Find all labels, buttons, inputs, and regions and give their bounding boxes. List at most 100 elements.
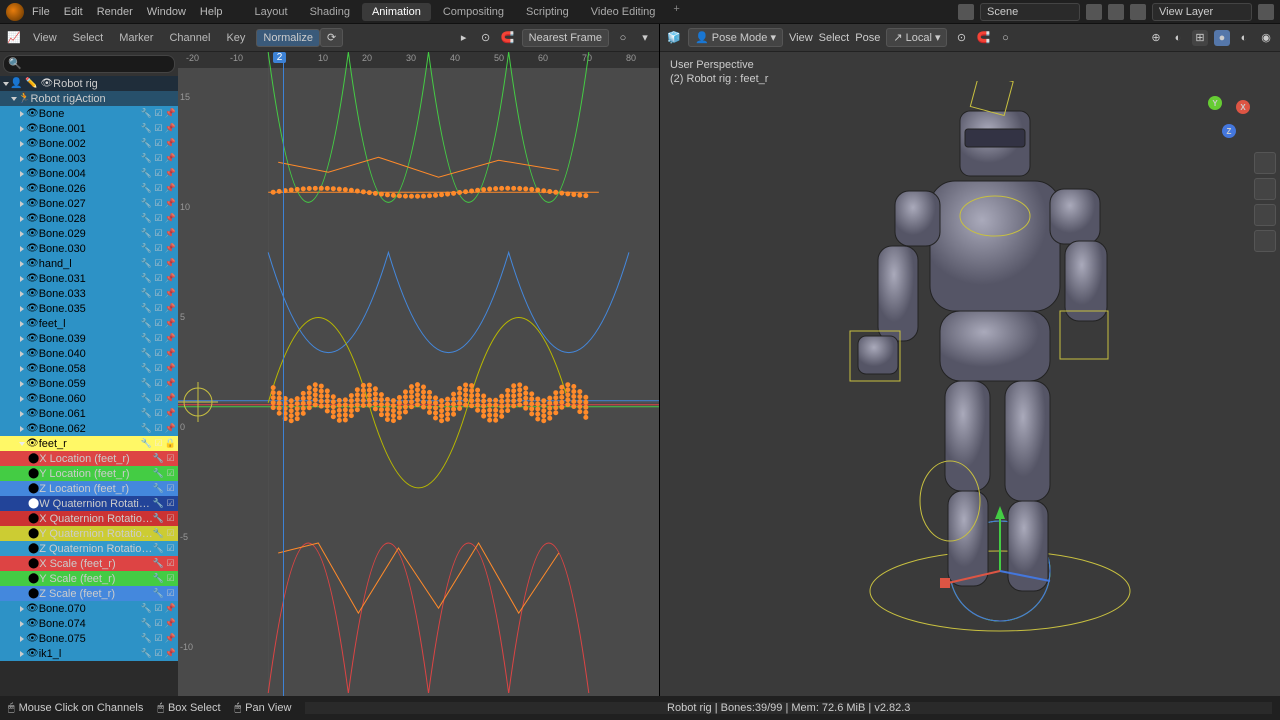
vp-menu-pose[interactable]: Pose [855, 32, 880, 44]
cursor-tool-icon[interactable]: ▸ [456, 30, 472, 46]
proportional-edit-icon[interactable]: ○ [997, 30, 1013, 46]
vp-menu-view[interactable]: View [789, 32, 813, 44]
tab-video-editing[interactable]: Video Editing [581, 3, 666, 21]
snap-icon[interactable]: 🧲 [500, 30, 516, 46]
add-workspace-icon[interactable]: + [673, 3, 679, 21]
axis-gizmo[interactable]: X Y Z [1200, 82, 1260, 142]
channel-bone[interactable]: 👁 Bone.059🔧☑📌 [0, 376, 178, 391]
channel-bone[interactable]: 👁 Bone.074🔧☑📌 [0, 616, 178, 631]
scene-icon [958, 4, 974, 20]
channel-bone[interactable]: 👁 feet_l🔧☑📌 [0, 316, 178, 331]
channel-bone[interactable]: 👁 Bone.061🔧☑📌 [0, 406, 178, 421]
snap-mode-dropdown[interactable]: Nearest Frame [522, 29, 609, 47]
channel-bone[interactable]: 👁 Bone.003🔧☑📌 [0, 151, 178, 166]
viewlayer-delete-icon[interactable] [1258, 4, 1274, 20]
view-layer-input[interactable] [1152, 3, 1252, 21]
channel-bone[interactable]: 👁 Bone.060🔧☑📌 [0, 391, 178, 406]
ge-menu-marker[interactable]: Marker [114, 30, 158, 46]
channel-bone[interactable]: 👁 Bone.075🔧☑📌 [0, 631, 178, 646]
editor-type-icon[interactable]: 📈 [6, 30, 22, 46]
pivot-icon[interactable]: ⊙ [478, 30, 494, 46]
scene-delete-icon[interactable] [1108, 4, 1124, 20]
tab-scripting[interactable]: Scripting [516, 3, 579, 21]
menu-help[interactable]: Help [200, 6, 223, 18]
channel-fcurve[interactable]: ⬤ Y Quaternion Rotation (feet_r)🔧☑ [0, 526, 178, 541]
ge-menu-view[interactable]: View [28, 30, 62, 46]
zoom-tool-icon[interactable] [1254, 152, 1276, 174]
channel-bone[interactable]: 👁 Bone.031🔧☑📌 [0, 271, 178, 286]
channel-fcurve[interactable]: ⬤ X Quaternion Rotation (feet_r)🔧☑ [0, 511, 178, 526]
channel-fcurve[interactable]: ⬤ X Location (feet_r)🔧☑ [0, 451, 178, 466]
channel-list[interactable]: 👤 ✏️ 👁 Robot rig 🏃 Robot rigAction 👁 Bon… [0, 52, 178, 696]
ge-menu-select[interactable]: Select [68, 30, 109, 46]
channel-bone[interactable]: 👁 Bone.035🔧☑📌 [0, 301, 178, 316]
move-view-icon[interactable] [1254, 178, 1276, 200]
pivot-point-icon[interactable]: ⊙ [953, 30, 969, 46]
channel-bone[interactable]: 👁 Bone.070🔧☑📌 [0, 601, 178, 616]
viewport-body[interactable]: User Perspective (2) Robot rig : feet_r … [660, 52, 1280, 696]
axis-x-icon[interactable]: X [1236, 100, 1250, 114]
channel-bone[interactable]: 👁 Bone.026🔧☑📌 [0, 181, 178, 196]
channel-fcurve[interactable]: ⬤ Z Scale (feet_r)🔧☑ [0, 586, 178, 601]
orientation-dropdown[interactable]: ↗ Local ▾ [886, 28, 947, 47]
channel-bone[interactable]: 👁 hand_l🔧☑📌 [0, 256, 178, 271]
perspective-toggle-icon[interactable] [1254, 230, 1276, 252]
channel-fcurve[interactable]: ⬤ Y Scale (feet_r)🔧☑ [0, 571, 178, 586]
channel-fcurve[interactable]: ⬤ W Quaternion Rotation (feet_r)🔧☑ [0, 496, 178, 511]
editor-type-3d-icon[interactable]: 🧊 [666, 30, 682, 46]
mode-dropdown[interactable]: 👤 Pose Mode ▾ [688, 28, 783, 47]
channel-bone[interactable]: 👁 Bone.039🔧☑📌 [0, 331, 178, 346]
ge-menu-channel[interactable]: Channel [164, 30, 215, 46]
playhead[interactable]: 2 [283, 52, 284, 696]
scene-name-input[interactable] [980, 3, 1080, 21]
channel-bone[interactable]: 👁 Bone.062🔧☑📌 [0, 421, 178, 436]
graph-cursor-icon[interactable] [178, 382, 218, 422]
ge-menu-key[interactable]: Key [221, 30, 250, 46]
tab-compositing[interactable]: Compositing [433, 3, 514, 21]
camera-view-icon[interactable] [1254, 204, 1276, 226]
channel-bone[interactable]: 👁 Bone.033🔧☑📌 [0, 286, 178, 301]
channel-search-input[interactable] [3, 55, 175, 73]
axis-z-icon[interactable]: Z [1222, 124, 1236, 138]
menu-file[interactable]: File [32, 6, 50, 18]
channel-bone[interactable]: 👁 Bone.030🔧☑📌 [0, 241, 178, 256]
tab-layout[interactable]: Layout [245, 3, 298, 21]
menu-window[interactable]: Window [147, 6, 186, 18]
shading-solid-icon[interactable]: ● [1214, 30, 1230, 46]
channel-bone[interactable]: 👁 Bone.028🔧☑📌 [0, 211, 178, 226]
channel-bone[interactable]: 👁 Bone.040🔧☑📌 [0, 346, 178, 361]
vp-menu-select[interactable]: Select [819, 32, 850, 44]
snap-toggle-icon[interactable]: 🧲 [975, 30, 991, 46]
channel-feet-r[interactable]: 👁 feet_r🔧☑🔒 [0, 436, 178, 451]
scene-copy-icon[interactable] [1086, 4, 1102, 20]
graph-area[interactable]: -20-1001020304050607080 [178, 52, 659, 696]
proportional-icon[interactable]: ○ [615, 30, 631, 46]
shading-wireframe-icon[interactable]: ⊞ [1192, 30, 1208, 46]
menu-render[interactable]: Render [97, 6, 133, 18]
channel-root[interactable]: 👤 ✏️ 👁 Robot rig [0, 76, 178, 91]
channel-bone[interactable]: 👁 Bone🔧☑📌 [0, 106, 178, 121]
normalize-auto-icon[interactable]: ⟳ [320, 28, 343, 47]
gizmo-toggle-icon[interactable]: ⊕ [1148, 30, 1164, 46]
channel-bone[interactable]: 👁 Bone.029🔧☑📌 [0, 226, 178, 241]
axis-y-icon[interactable]: Y [1208, 96, 1222, 110]
channel-bone[interactable]: 👁 Bone.027🔧☑📌 [0, 196, 178, 211]
tab-shading[interactable]: Shading [300, 3, 360, 21]
channel-fcurve[interactable]: ⬤ Z Quaternion Rotation (feet_r)🔧☑ [0, 541, 178, 556]
channel-bone[interactable]: 👁 Bone.058🔧☑📌 [0, 361, 178, 376]
channel-action[interactable]: 🏃 Robot rigAction [0, 91, 178, 106]
shading-material-icon[interactable]: ◐ [1236, 30, 1252, 46]
filter-icon[interactable]: ▾ [637, 30, 653, 46]
tab-animation[interactable]: Animation [362, 3, 431, 21]
shading-rendered-icon[interactable]: ◉ [1258, 30, 1274, 46]
normalize-toggle[interactable]: Normalize [256, 29, 320, 47]
channel-bone[interactable]: 👁 Bone.002🔧☑📌 [0, 136, 178, 151]
menu-edit[interactable]: Edit [64, 6, 83, 18]
channel-fcurve[interactable]: ⬤ Y Location (feet_r)🔧☑ [0, 466, 178, 481]
channel-bone[interactable]: 👁 ik1_l🔧☑📌 [0, 646, 178, 661]
channel-fcurve[interactable]: ⬤ Z Location (feet_r)🔧☑ [0, 481, 178, 496]
channel-bone[interactable]: 👁 Bone.004🔧☑📌 [0, 166, 178, 181]
channel-bone[interactable]: 👁 Bone.001🔧☑📌 [0, 121, 178, 136]
overlay-toggle-icon[interactable]: ◐ [1170, 30, 1186, 46]
channel-fcurve[interactable]: ⬤ X Scale (feet_r)🔧☑ [0, 556, 178, 571]
